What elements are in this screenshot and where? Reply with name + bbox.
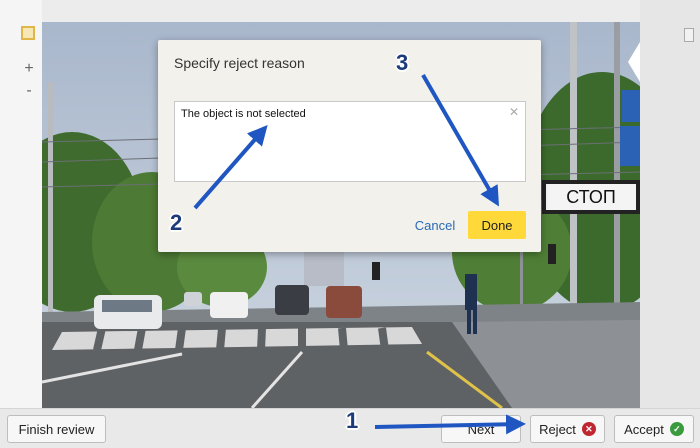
zoom-in-button[interactable]: + bbox=[20, 60, 38, 78]
cancel-button[interactable]: Cancel bbox=[411, 214, 459, 236]
accept-check-icon: ✓ bbox=[669, 422, 684, 436]
dialog-title: Specify reject reason bbox=[174, 55, 305, 71]
zoom-out-button[interactable]: - bbox=[20, 82, 38, 100]
step-1-label: 1 bbox=[346, 408, 359, 433]
next-button[interactable]: Next bbox=[441, 415, 521, 443]
reject-button[interactable]: Reject ✕ bbox=[530, 415, 605, 443]
next-label: Next bbox=[467, 421, 495, 437]
done-button[interactable]: Done bbox=[468, 211, 526, 239]
finish-review-label: Finish review bbox=[18, 421, 95, 437]
step-2-label: 2 bbox=[170, 210, 183, 235]
reject-reason-dialog: Specify reject reason The object is not … bbox=[158, 40, 541, 252]
stop-sign-text: СТОП bbox=[566, 187, 616, 207]
reject-reason-text: The object is not selected bbox=[181, 108, 306, 120]
accept-button[interactable]: Accept ✓ bbox=[614, 415, 694, 443]
tool-panel: + - bbox=[0, 0, 42, 408]
reject-x-icon: ✕ bbox=[581, 422, 596, 436]
bounding-box-tool-icon[interactable] bbox=[21, 26, 35, 40]
finish-review-button[interactable]: Finish review bbox=[7, 415, 106, 443]
reject-label: Reject bbox=[539, 421, 576, 437]
clear-icon[interactable]: ✕ bbox=[509, 106, 519, 118]
right-edge-panel bbox=[640, 0, 700, 408]
panel-toggle-icon[interactable] bbox=[684, 28, 694, 42]
accept-label: Accept bbox=[624, 421, 664, 437]
reject-reason-input[interactable]: The object is not selected ✕ bbox=[174, 101, 526, 182]
step-3-label: 3 bbox=[396, 50, 409, 75]
